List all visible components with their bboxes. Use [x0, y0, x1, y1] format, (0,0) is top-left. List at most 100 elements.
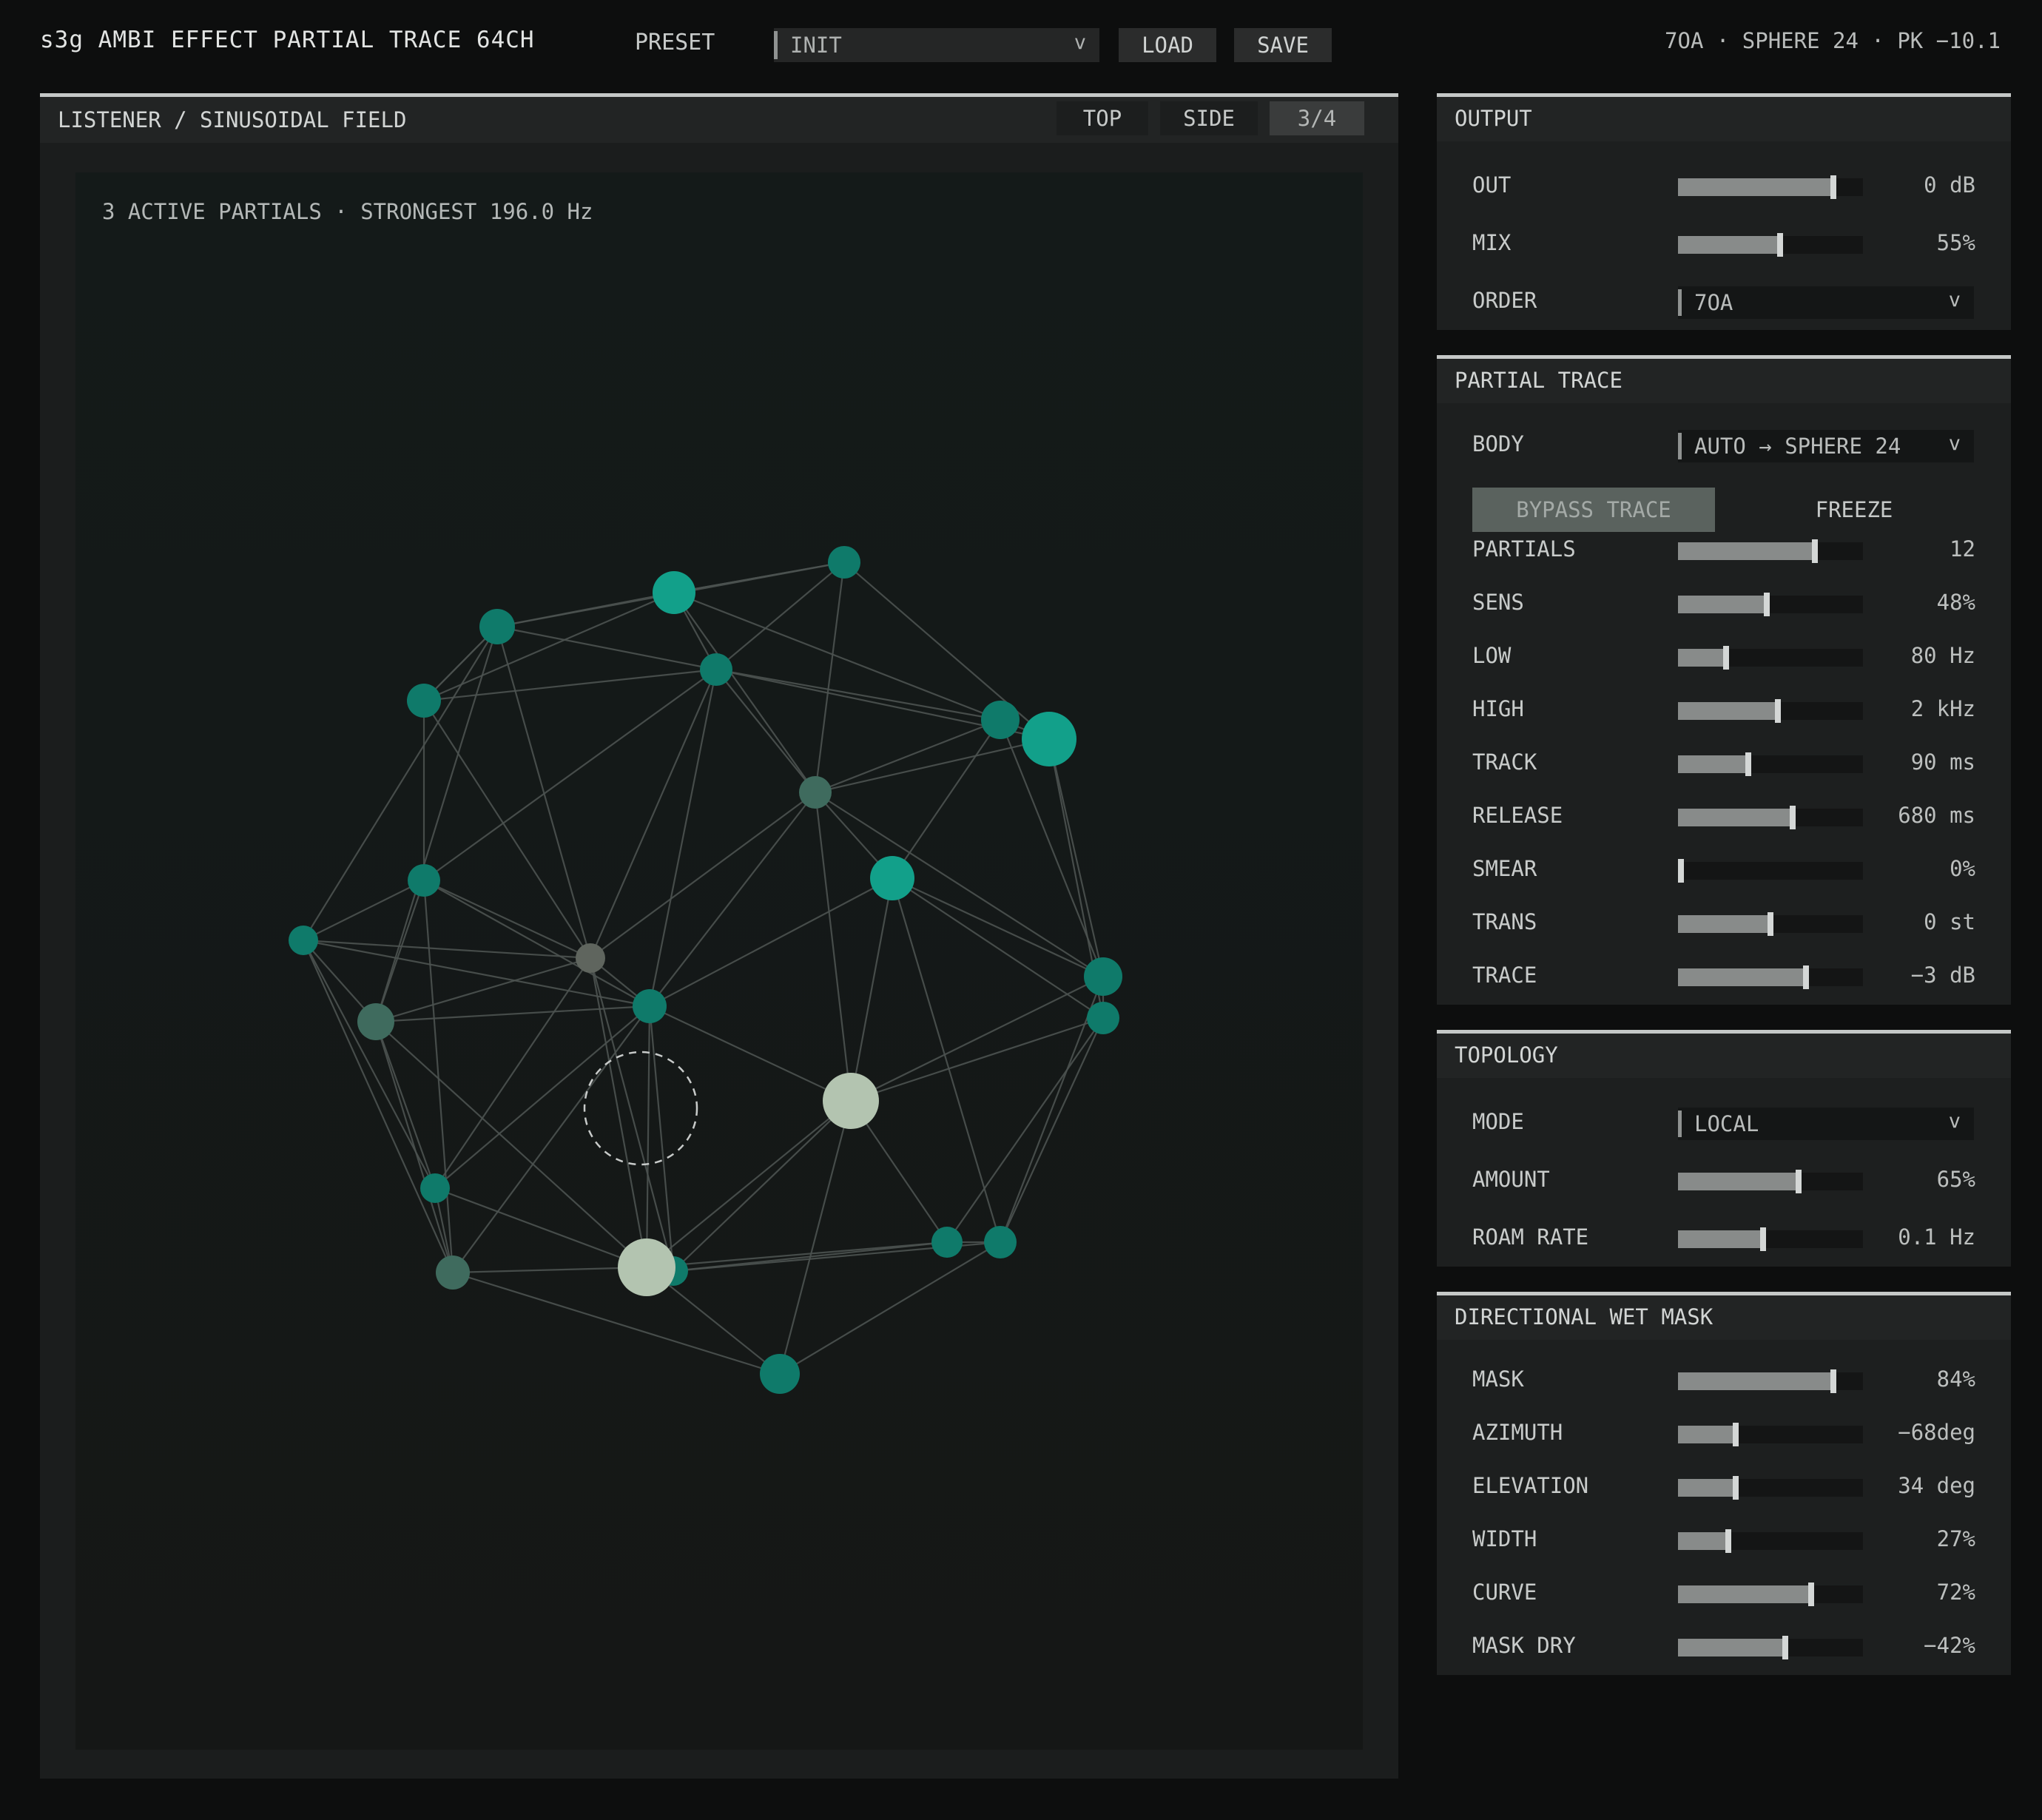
slider-thumb[interactable] — [1830, 175, 1836, 199]
slider-fill — [1678, 1173, 1799, 1190]
slider-thumb[interactable] — [1830, 1369, 1836, 1393]
speaker-node[interactable] — [760, 1354, 800, 1394]
active-partial-node[interactable] — [823, 1073, 879, 1129]
speaker-node[interactable] — [408, 864, 440, 897]
slider-thumb[interactable] — [1790, 806, 1796, 829]
speaker-node[interactable] — [1022, 712, 1076, 766]
speaker-node[interactable] — [799, 776, 832, 809]
slider-thumb[interactable] — [1776, 233, 1783, 257]
slider-thumb[interactable] — [1732, 1423, 1739, 1446]
select-accent — [1678, 1110, 1682, 1137]
slider-thumb[interactable] — [1802, 965, 1809, 989]
slider-thumb[interactable] — [1795, 1170, 1802, 1193]
amount-slider[interactable] — [1678, 1170, 1863, 1193]
trace-slider[interactable] — [1678, 965, 1863, 989]
param-value: 34 deg — [1898, 1473, 1975, 1498]
smear-slider[interactable] — [1678, 859, 1863, 883]
slider-thumb[interactable] — [1764, 593, 1770, 616]
param-value: 48% — [1936, 590, 1975, 615]
speaker-node[interactable] — [436, 1256, 470, 1290]
param-value: 0.1 Hz — [1898, 1224, 1975, 1250]
param-label: PARTIALS — [1472, 536, 1576, 562]
graph-edge — [778, 1100, 852, 1375]
mix-slider[interactable] — [1678, 233, 1863, 257]
param-value: 0 st — [1924, 909, 1975, 934]
slider-fill — [1678, 236, 1780, 254]
speaker-node[interactable] — [633, 989, 667, 1023]
speaker-node[interactable] — [981, 701, 1020, 739]
out-slider[interactable] — [1678, 175, 1863, 199]
slider-thumb[interactable] — [1723, 646, 1729, 670]
trans-slider[interactable] — [1678, 912, 1863, 936]
speaker-node[interactable] — [984, 1226, 1017, 1258]
roam-rate-control: ROAM RATE 0.1 Hz — [1472, 1223, 1975, 1253]
order-control: ORDER 7OA v — [1472, 286, 1975, 319]
sphere-graph[interactable] — [75, 172, 1363, 1750]
speaker-node[interactable] — [479, 609, 515, 644]
tab-side[interactable]: SIDE — [1160, 101, 1258, 135]
tab-three-quarter[interactable]: 3/4 — [1270, 101, 1364, 135]
width-control: WIDTH 27% — [1472, 1525, 1975, 1554]
roam-rate-slider[interactable] — [1678, 1227, 1863, 1251]
order-select[interactable]: 7OA v — [1678, 286, 1974, 319]
field-view[interactable]: 3 ACTIVE PARTIALS · STRONGEST 196.0 Hz — [75, 172, 1363, 1750]
param-value: −3 dB — [1910, 963, 1975, 988]
slider-thumb[interactable] — [1775, 699, 1781, 723]
slider-thumb[interactable] — [1768, 912, 1773, 936]
speaker-node[interactable] — [931, 1227, 963, 1258]
partials-slider[interactable] — [1678, 539, 1863, 563]
slider-thumb[interactable] — [1808, 1583, 1814, 1606]
speaker-node[interactable] — [1084, 957, 1122, 996]
elevation-slider[interactable] — [1678, 1476, 1863, 1500]
slider-fill — [1678, 702, 1778, 720]
speaker-node[interactable] — [576, 943, 605, 973]
graph-edge — [815, 792, 1104, 977]
slider-thumb[interactable] — [1725, 1529, 1731, 1553]
load-button[interactable]: LOAD — [1119, 28, 1216, 62]
speaker-node[interactable] — [407, 684, 441, 718]
slider-thumb[interactable] — [1678, 859, 1684, 883]
smear-control: SMEAR 0% — [1472, 855, 1975, 884]
tab-top[interactable]: TOP — [1057, 101, 1148, 135]
low-slider[interactable] — [1678, 646, 1863, 670]
bypass-trace-button[interactable]: BYPASS TRACE — [1472, 488, 1715, 532]
slider-thumb[interactable] — [1782, 1636, 1788, 1659]
graph-edge — [496, 591, 675, 628]
track-slider[interactable] — [1678, 752, 1863, 776]
active-partial-node[interactable] — [618, 1238, 675, 1296]
high-slider[interactable] — [1678, 699, 1863, 723]
slider-thumb[interactable] — [1745, 752, 1751, 776]
slider-thumb[interactable] — [1732, 1476, 1739, 1500]
save-button[interactable]: SAVE — [1234, 28, 1332, 62]
speaker-node[interactable] — [870, 856, 914, 900]
slider-fill — [1678, 649, 1726, 667]
slider-thumb[interactable] — [1812, 539, 1818, 563]
preset-select[interactable]: INIT v — [774, 28, 1099, 62]
speaker-node[interactable] — [828, 546, 860, 579]
mask-slider[interactable] — [1678, 1369, 1863, 1393]
param-label: HIGH — [1472, 696, 1524, 721]
sens-slider[interactable] — [1678, 593, 1863, 616]
speaker-node[interactable] — [700, 653, 732, 686]
width-slider[interactable] — [1678, 1529, 1863, 1553]
azimuth-slider[interactable] — [1678, 1423, 1863, 1446]
slider-fill — [1678, 178, 1833, 196]
freeze-button[interactable]: FREEZE — [1733, 488, 1975, 532]
mode-select[interactable]: LOCAL v — [1678, 1108, 1974, 1140]
mask-dry-slider[interactable] — [1678, 1636, 1863, 1659]
param-label: MASK — [1472, 1366, 1524, 1392]
slider-thumb[interactable] — [1760, 1227, 1766, 1251]
release-slider[interactable] — [1678, 806, 1863, 829]
speaker-node[interactable] — [1087, 1002, 1119, 1034]
graph-edge — [814, 562, 846, 793]
speaker-node[interactable] — [289, 926, 318, 955]
speaker-node[interactable] — [357, 1003, 394, 1040]
param-value: 65% — [1936, 1167, 1975, 1192]
param-value: 0% — [1950, 856, 1975, 881]
speaker-node[interactable] — [653, 571, 695, 614]
speaker-node[interactable] — [420, 1173, 450, 1203]
param-label: ROAM RATE — [1472, 1224, 1589, 1250]
param-label: CURVE — [1472, 1580, 1537, 1605]
body-select[interactable]: AUTO → SPHERE 24 v — [1678, 430, 1974, 462]
curve-slider[interactable] — [1678, 1583, 1863, 1606]
